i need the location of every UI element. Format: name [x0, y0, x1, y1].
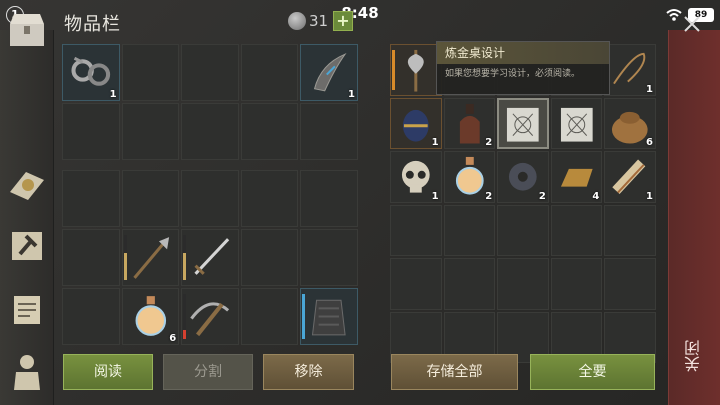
- coin-icon: [288, 12, 306, 30]
- storage-slot[interactable]: [550, 204, 603, 256]
- inventory-slot[interactable]: [181, 288, 239, 345]
- blueprint-icon: [507, 107, 539, 142]
- storage-slot[interactable]: 6: [604, 97, 656, 149]
- inventory-slot[interactable]: [181, 103, 239, 160]
- sidebar: [0, 30, 54, 405]
- item-count: 1: [431, 137, 439, 148]
- inventory-slot[interactable]: [300, 229, 358, 286]
- journal-sun-icon[interactable]: [6, 162, 48, 204]
- storage-slot[interactable]: [390, 44, 442, 96]
- storage-slot[interactable]: [550, 97, 603, 149]
- remove-button[interactable]: 移除: [263, 354, 354, 390]
- coin-count: 31: [309, 12, 329, 30]
- storage-slot[interactable]: [604, 204, 656, 256]
- storage-slot[interactable]: [497, 258, 549, 310]
- storage-slot[interactable]: [443, 204, 496, 256]
- close-icon[interactable]: [682, 14, 702, 34]
- take-all-button[interactable]: 全要: [530, 354, 655, 390]
- inventory-slot[interactable]: [300, 103, 358, 160]
- item-count: 1: [646, 83, 653, 95]
- item-count: 1: [431, 190, 439, 202]
- inventory-slot[interactable]: [62, 229, 120, 286]
- inventory-slot[interactable]: [121, 44, 180, 101]
- item-count: 4: [592, 190, 600, 202]
- inventory-slot[interactable]: [121, 103, 180, 160]
- inventory-slot[interactable]: [300, 288, 358, 345]
- inventory-slot[interactable]: [121, 170, 180, 227]
- inventory-slot[interactable]: [240, 44, 299, 101]
- item-count: 2: [485, 190, 493, 202]
- hammer-icon[interactable]: [6, 224, 48, 266]
- halberd-icon: [132, 237, 169, 279]
- inventory-slot[interactable]: [240, 229, 299, 286]
- crossbow-icon: [190, 302, 230, 337]
- wifi-icon: [666, 9, 682, 21]
- read-button[interactable]: 阅读: [63, 354, 153, 390]
- item-count: 1: [348, 89, 355, 100]
- inventory-slot[interactable]: [300, 170, 358, 227]
- storage-slot[interactable]: [443, 258, 496, 310]
- page-title: 物品栏: [64, 14, 121, 35]
- inventory-slot[interactable]: [181, 44, 239, 101]
- storage-slot[interactable]: [604, 258, 656, 310]
- storage-slot[interactable]: 1: [390, 151, 442, 203]
- add-coins-button[interactable]: +: [333, 11, 353, 31]
- sword-icon: [194, 238, 230, 275]
- storage-slot[interactable]: 2: [497, 151, 549, 203]
- inventory-slot[interactable]: 1: [300, 44, 358, 101]
- storage-slot[interactable]: [390, 258, 442, 310]
- storage-slot[interactable]: 2: [443, 97, 496, 149]
- character-icon[interactable]: [6, 350, 48, 392]
- split-button[interactable]: 分割: [163, 354, 253, 390]
- storage-slot[interactable]: 1: [604, 44, 656, 96]
- storage-slot[interactable]: 1: [390, 97, 442, 149]
- inventory-slot[interactable]: [181, 229, 239, 286]
- storage-slot-selected[interactable]: [497, 97, 549, 149]
- storage-slot[interactable]: [550, 258, 603, 310]
- storage-slot[interactable]: [497, 204, 549, 256]
- tooltip-title: 炼金桌设计: [437, 42, 609, 64]
- inventory-slot[interactable]: [62, 103, 120, 160]
- inventory-slot[interactable]: 6: [121, 288, 180, 345]
- inventory-slot[interactable]: [240, 103, 299, 160]
- item-count: 2: [538, 190, 546, 202]
- item-tooltip: 炼金桌设计 如果您想要学习设计，必须阅读。: [436, 41, 610, 95]
- chest-icon[interactable]: [6, 10, 48, 50]
- inventory-slot[interactable]: [62, 288, 120, 345]
- inventory-slot[interactable]: 1: [62, 44, 120, 101]
- item-count: 6: [646, 137, 653, 148]
- item-count: 2: [485, 137, 493, 148]
- storage-slot[interactable]: 2: [443, 151, 496, 203]
- storage-slot[interactable]: [390, 204, 442, 256]
- inventory-slot[interactable]: [240, 170, 299, 227]
- tooltip-description: 如果您想要学习设计，必须阅读。: [445, 69, 581, 79]
- inventory-slot[interactable]: [240, 288, 299, 345]
- inventory-slot[interactable]: [62, 170, 120, 227]
- inventory-grid-top: 1 1: [62, 44, 358, 160]
- battle-axe-icon: [407, 49, 424, 92]
- item-count: 1: [109, 89, 117, 100]
- inventory-slot[interactable]: [121, 229, 180, 286]
- storage-slot[interactable]: 4: [550, 151, 603, 203]
- blueprint-icon: [560, 107, 593, 142]
- store-all-button[interactable]: 存储全部: [391, 354, 518, 390]
- inventory-slot[interactable]: [181, 170, 239, 227]
- item-count: 6: [169, 333, 177, 344]
- close-button[interactable]: 关闭: [682, 340, 704, 372]
- chainmail-armor-icon: [312, 299, 347, 336]
- item-count: 1: [646, 190, 653, 202]
- inventory-grid-bottom: 6: [62, 170, 358, 345]
- recipe-scroll-icon[interactable]: [6, 288, 48, 330]
- storage-slot[interactable]: 1: [604, 151, 656, 203]
